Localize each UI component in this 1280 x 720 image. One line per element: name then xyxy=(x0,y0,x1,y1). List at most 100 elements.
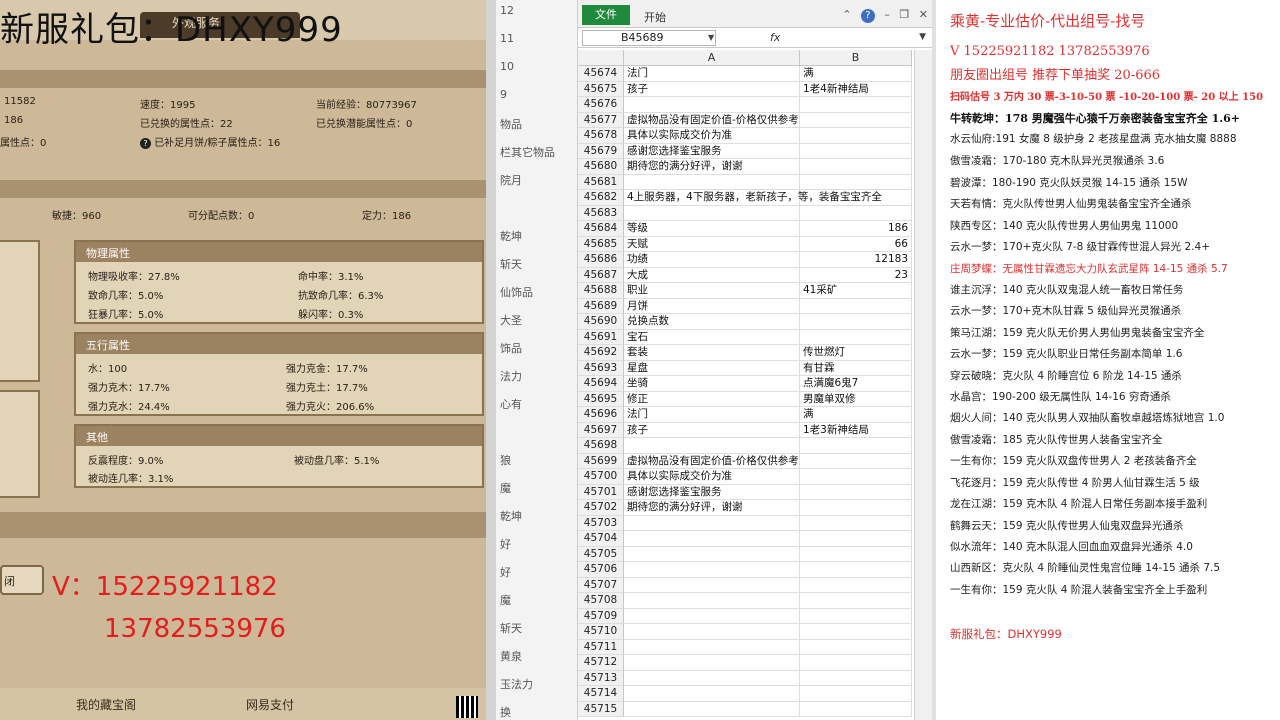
cell-b[interactable]: 满 xyxy=(800,66,912,82)
cell-a[interactable] xyxy=(624,639,800,655)
row-number[interactable]: 45699 xyxy=(578,453,624,469)
cell-a[interactable]: 修正 xyxy=(624,391,800,407)
cell-b[interactable]: 点满魔6鬼7 xyxy=(800,376,912,392)
row-number[interactable]: 45700 xyxy=(578,469,624,485)
cell-b[interactable] xyxy=(800,500,912,516)
row-number[interactable]: 45710 xyxy=(578,624,624,640)
column-header-b[interactable]: B xyxy=(800,50,912,66)
row-number[interactable]: 45709 xyxy=(578,608,624,624)
tab-file[interactable]: 文件 xyxy=(582,5,630,25)
cell-b[interactable] xyxy=(800,593,912,609)
side-list-item[interactable]: 乾坤 xyxy=(500,508,522,524)
cell-b[interactable]: 1老3新神结局 xyxy=(800,422,912,438)
row-number[interactable]: 45674 xyxy=(578,66,624,82)
cell-b[interactable] xyxy=(800,174,912,190)
row-number[interactable]: 45688 xyxy=(578,283,624,299)
cell-a[interactable]: 期待您的满分好评，谢谢 xyxy=(624,159,800,175)
cell-b[interactable]: 男魔单双修 xyxy=(800,391,912,407)
side-list-item[interactable]: 好 xyxy=(500,564,511,580)
cell-a[interactable]: 功绩 xyxy=(624,252,800,268)
row-number[interactable]: 45678 xyxy=(578,128,624,144)
row-number[interactable]: 45702 xyxy=(578,500,624,516)
side-list-item[interactable]: 心有 xyxy=(500,396,522,412)
cell-a[interactable] xyxy=(624,624,800,640)
chevron-up-icon[interactable]: ⌃ xyxy=(842,8,851,21)
row-number[interactable]: 45675 xyxy=(578,81,624,97)
row-number[interactable]: 45714 xyxy=(578,686,624,702)
cell-a[interactable] xyxy=(624,593,800,609)
cell-a[interactable] xyxy=(624,438,800,454)
cell-b[interactable] xyxy=(800,143,912,159)
cell-a[interactable] xyxy=(624,655,800,671)
side-list-item[interactable]: 好 xyxy=(500,536,511,552)
cell-a[interactable]: 孩子 xyxy=(624,422,800,438)
side-list-item[interactable]: 玉法力 xyxy=(500,676,533,692)
cell-b[interactable]: 传世燃灯 xyxy=(800,345,912,361)
cell-a[interactable]: 4上服务器，4下服务器，老新孩子，等，装备宝宝齐全 xyxy=(624,190,882,206)
cell-a[interactable]: 坐骑 xyxy=(624,376,800,392)
cell-b[interactable] xyxy=(800,329,912,345)
help-icon[interactable]: ? xyxy=(860,9,875,23)
select-all-corner[interactable] xyxy=(578,50,624,66)
side-list-item[interactable]: 院月 xyxy=(500,172,522,188)
cell-a[interactable] xyxy=(624,577,800,593)
row-number[interactable]: 45707 xyxy=(578,577,624,593)
row-number[interactable]: 45682 xyxy=(578,190,624,206)
cell-b[interactable] xyxy=(800,469,912,485)
cell-a[interactable]: 大成 xyxy=(624,267,800,283)
row-number[interactable]: 45713 xyxy=(578,670,624,686)
row-number[interactable]: 45692 xyxy=(578,345,624,361)
row-number[interactable]: 45703 xyxy=(578,515,624,531)
cell-a[interactable]: 月饼 xyxy=(624,298,800,314)
side-list-item[interactable]: 狼 xyxy=(500,452,511,468)
cell-b[interactable] xyxy=(800,112,912,128)
cell-b[interactable] xyxy=(800,298,912,314)
cell-b[interactable]: 有甘霖 xyxy=(800,360,912,376)
row-number[interactable]: 45680 xyxy=(578,159,624,175)
cell-a[interactable]: 套装 xyxy=(624,345,800,361)
cell-b[interactable]: 1老4新神结局 xyxy=(800,81,912,97)
cell-b[interactable] xyxy=(800,624,912,640)
row-number[interactable]: 45706 xyxy=(578,562,624,578)
side-list-item[interactable]: 斩天 xyxy=(500,620,522,636)
row-number[interactable]: 45681 xyxy=(578,174,624,190)
close-icon[interactable]: ✕ xyxy=(919,8,928,21)
row-number[interactable]: 45679 xyxy=(578,143,624,159)
row-number[interactable]: 45689 xyxy=(578,298,624,314)
cell-b[interactable] xyxy=(800,701,912,717)
cell-a[interactable]: 虚拟物品没有固定价值-价格仅供参考 xyxy=(624,112,800,128)
cell-b[interactable] xyxy=(800,670,912,686)
row-number[interactable]: 45715 xyxy=(578,701,624,717)
side-list-item[interactable]: 12 xyxy=(500,4,514,17)
column-header-a[interactable]: A xyxy=(624,50,800,66)
cell-a[interactable] xyxy=(624,670,800,686)
cell-b[interactable]: 满 xyxy=(800,407,912,423)
cell-b[interactable] xyxy=(800,562,912,578)
row-number[interactable]: 45683 xyxy=(578,205,624,221)
cell-a[interactable]: 兑换点数 xyxy=(624,314,800,330)
cell-a[interactable] xyxy=(624,701,800,717)
cell-b[interactable]: 186 xyxy=(800,221,912,237)
function-icon[interactable]: fx xyxy=(770,31,780,44)
vertical-scrollbar[interactable] xyxy=(914,50,932,720)
cell-b[interactable] xyxy=(800,97,912,113)
row-number[interactable]: 45712 xyxy=(578,655,624,671)
cell-b[interactable] xyxy=(800,205,912,221)
side-list-item[interactable]: 11 xyxy=(500,32,514,45)
cell-b[interactable]: 23 xyxy=(800,267,912,283)
cell-a[interactable]: 期待您的满分好评，谢谢 xyxy=(624,500,800,516)
row-number[interactable]: 45704 xyxy=(578,531,624,547)
cell-a[interactable] xyxy=(624,608,800,624)
cell-b[interactable] xyxy=(800,608,912,624)
cell-b[interactable] xyxy=(800,686,912,702)
cell-b[interactable] xyxy=(800,515,912,531)
cell-a[interactable] xyxy=(624,546,800,562)
cell-a[interactable] xyxy=(624,562,800,578)
side-list-item[interactable]: 斩天 xyxy=(500,256,522,272)
row-number[interactable]: 45693 xyxy=(578,360,624,376)
side-list-item[interactable]: 魔 xyxy=(500,480,511,496)
cell-a[interactable]: 职业 xyxy=(624,283,800,299)
chevron-down-icon[interactable]: ▼ xyxy=(708,33,714,42)
cell-a[interactable]: 法门 xyxy=(624,407,800,423)
cell-a[interactable]: 虚拟物品没有固定价值-价格仅供参考 xyxy=(624,453,800,469)
